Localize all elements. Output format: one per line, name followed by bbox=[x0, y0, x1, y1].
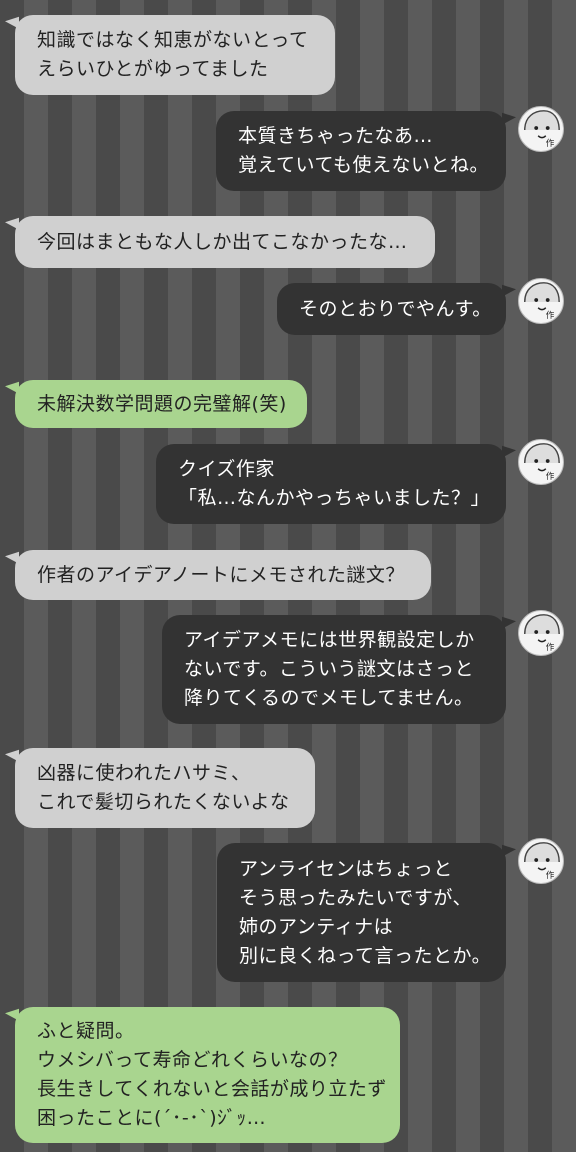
author-face-icon: 作 bbox=[518, 838, 564, 884]
message-line: クイズ作家 bbox=[178, 458, 275, 480]
author-face-icon: 作 bbox=[518, 610, 564, 656]
message-line: ウメシバって寿命どれくらいなの？ bbox=[37, 1049, 348, 1071]
message-line: 「私…なんかやっちゃいました？」 bbox=[178, 487, 491, 509]
message-line: そう思ったみたいですが、 bbox=[239, 886, 473, 909]
message-line: えらいひとがゆってました bbox=[37, 58, 269, 80]
svg-text:作: 作 bbox=[546, 869, 555, 881]
chat-bubble-right: そのとおりでやんす。 bbox=[277, 283, 506, 335]
author-face-icon: 作 bbox=[518, 439, 564, 485]
chat-bubble-left: 未解決数学問題の完璧解(笑) bbox=[15, 380, 307, 428]
svg-text:作: 作 bbox=[546, 470, 555, 482]
chat-bubble-left: 今回はまともな人しか出てこなかったな… bbox=[15, 216, 435, 268]
chat-bubble-right: アンライセンはちょっと そう思ったみたいですが、 姉のアンティナは 別に良くねっ… bbox=[217, 843, 506, 982]
message-line: これで髪切られたくないよな bbox=[37, 791, 290, 813]
message-line: 今回はまともな人しか出てこなかったな… bbox=[37, 230, 408, 253]
message-line: 別に良くねって言ったとか。 bbox=[239, 944, 492, 967]
message-line: ないです。こういう謎文はさっと bbox=[184, 658, 475, 680]
chat-bubble-left: 凶器に使われたハサミ、 これで髪切られたくないよな bbox=[15, 748, 315, 828]
chat-bubble-right: クイズ作家 「私…なんかやっちゃいました？」 bbox=[156, 444, 506, 524]
message-line: アンライセンはちょっと bbox=[239, 857, 453, 880]
message-line: 降りてくるのでメモしてません。 bbox=[184, 687, 474, 709]
message-line: ふと疑問。 bbox=[37, 1020, 135, 1042]
chat-bubble-left: ふと疑問。 ウメシバって寿命どれくらいなの？ 長生きしてくれないと会話が成り立た… bbox=[15, 1007, 400, 1143]
message-line: そのとおりでやんす。 bbox=[299, 297, 492, 320]
author-face-icon: 作 bbox=[518, 278, 564, 324]
chat-bubble-right: アイデアメモには世界観設定しか ないです。こういう謎文はさっと 降りてくるのでメ… bbox=[162, 615, 506, 724]
message-line: 長生きしてくれないと会話が成り立たず bbox=[37, 1078, 387, 1100]
chat-bubble-left: 作者のアイデアノートにメモされた謎文？ bbox=[15, 550, 431, 600]
message-line: 未解決数学問題の完璧解(笑) bbox=[37, 392, 287, 415]
message-line: 姉のアンティナは bbox=[239, 915, 394, 938]
message-line: 覚えていても使えないとね。 bbox=[238, 154, 490, 176]
svg-text:作: 作 bbox=[546, 641, 555, 653]
svg-text:作: 作 bbox=[546, 137, 555, 149]
message-line: アイデアメモには世界観設定しか bbox=[184, 629, 475, 651]
message-line: 困ったことに(´･-･`)ｼﾞｯ… bbox=[37, 1107, 267, 1129]
chat-bubble-left: 知識ではなく知恵がないとって えらいひとがゆってました bbox=[15, 15, 335, 95]
author-face-icon: 作 bbox=[518, 106, 564, 152]
message-line: 本質きちゃったなあ… bbox=[238, 125, 434, 147]
message-line: 凶器に使われたハサミ、 bbox=[37, 762, 251, 784]
svg-text:作: 作 bbox=[546, 309, 555, 321]
message-line: 作者のアイデアノートにメモされた謎文？ bbox=[37, 563, 405, 586]
chat-bubble-right: 本質きちゃったなあ… 覚えていても使えないとね。 bbox=[216, 111, 506, 191]
message-line: 知識ではなく知恵がないとって bbox=[37, 29, 309, 51]
